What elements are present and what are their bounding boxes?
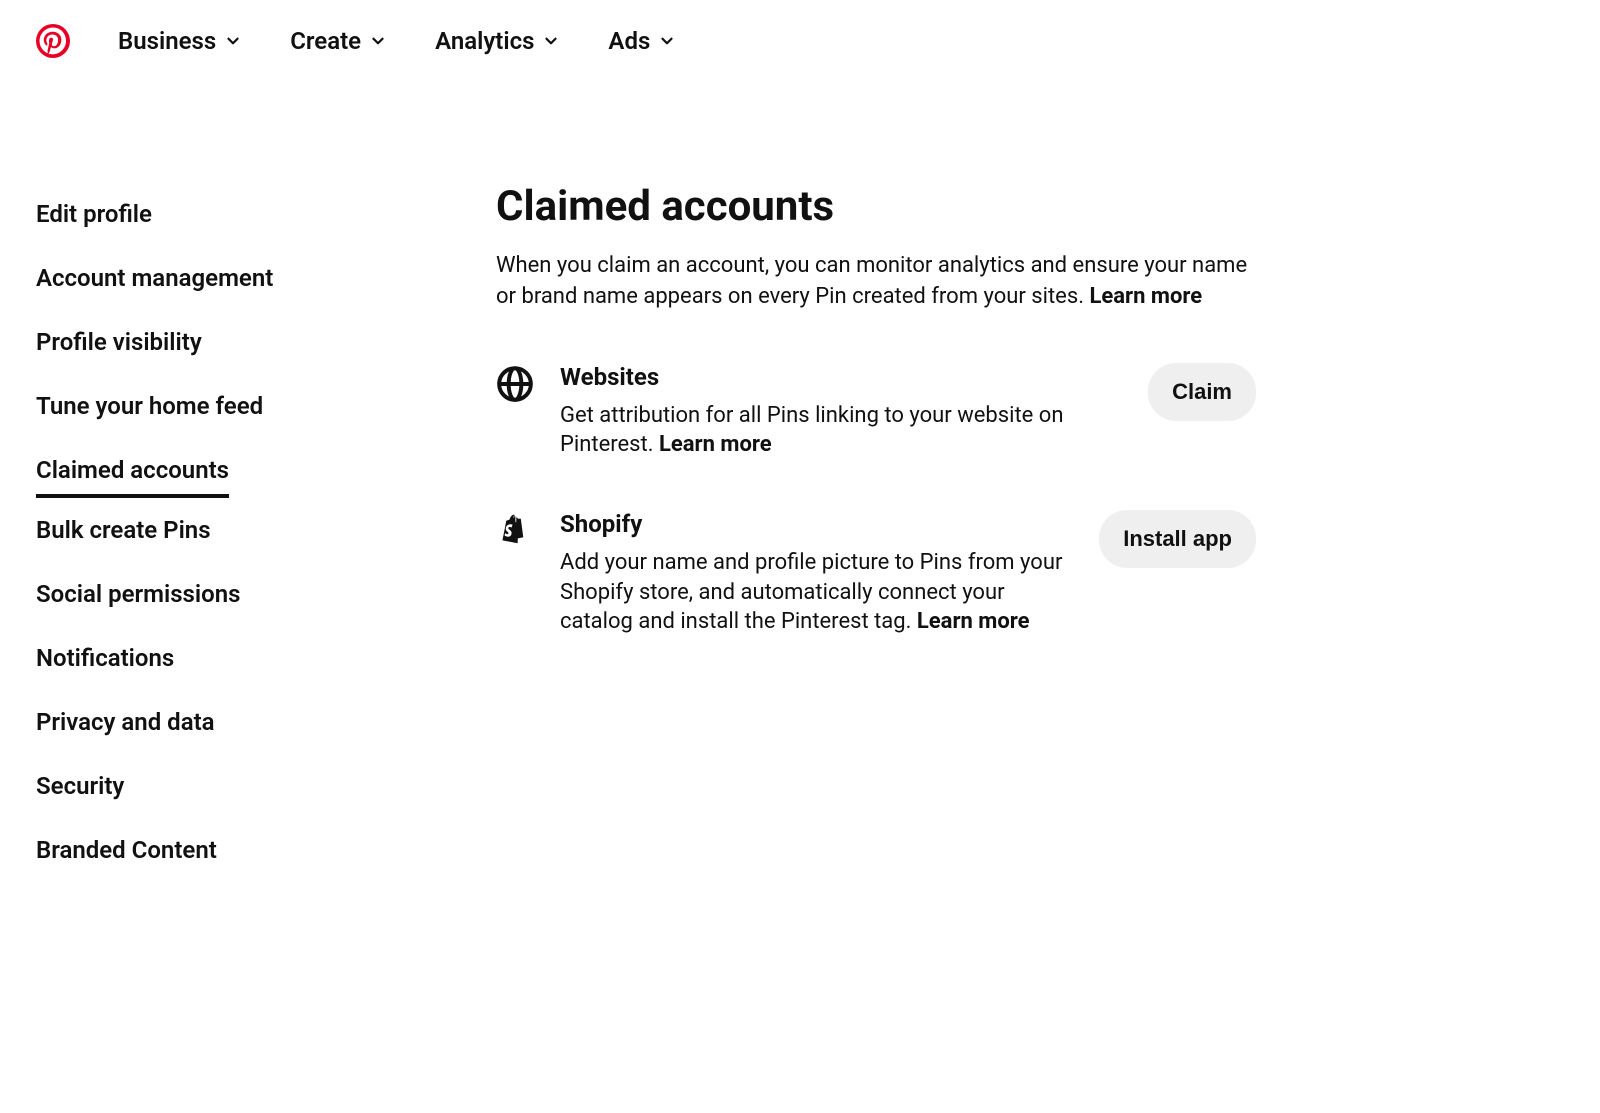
sidebar-item-social-permissions[interactable]: Social permissions <box>36 562 240 626</box>
sidebar-item-security[interactable]: Security <box>36 754 124 818</box>
sidebar-item-edit-profile[interactable]: Edit profile <box>36 182 152 246</box>
chevron-down-icon <box>658 32 676 50</box>
claim-button[interactable]: Claim <box>1148 363 1256 421</box>
globe-icon <box>496 365 536 405</box>
sidebar-item-profile-visibility[interactable]: Profile visibility <box>36 310 202 374</box>
chevron-down-icon <box>542 32 560 50</box>
nav-label: Analytics <box>435 27 534 55</box>
nav-business[interactable]: Business <box>118 27 242 55</box>
account-title: Shopify <box>560 510 1075 538</box>
nav-create[interactable]: Create <box>290 27 387 55</box>
chevron-down-icon <box>224 32 242 50</box>
main-content: Claimed accounts When you claim an accou… <box>496 182 1256 882</box>
nav-label: Business <box>118 27 216 55</box>
install-app-button[interactable]: Install app <box>1099 510 1256 568</box>
sidebar-item-branded-content[interactable]: Branded Content <box>36 818 217 882</box>
top-nav: Business Create Analytics Ads <box>0 0 1600 82</box>
account-title: Websites <box>560 363 1124 391</box>
shopify-icon <box>496 512 536 552</box>
sidebar-item-privacy-and-data[interactable]: Privacy and data <box>36 690 215 754</box>
sidebar: Edit profileAccount managementProfile vi… <box>36 182 496 882</box>
chevron-down-icon <box>369 32 387 50</box>
sidebar-item-claimed-accounts[interactable]: Claimed accounts <box>36 438 229 498</box>
pinterest-logo[interactable] <box>36 24 70 58</box>
content-container: Edit profileAccount managementProfile vi… <box>0 182 1600 882</box>
sidebar-item-tune-your-home-feed[interactable]: Tune your home feed <box>36 374 263 438</box>
account-content: Websites Get attribution for all Pins li… <box>560 363 1124 460</box>
account-content: Shopify Add your name and profile pictur… <box>560 510 1075 637</box>
nav-label: Create <box>290 27 361 55</box>
page-description: When you claim an account, you can monit… <box>496 251 1256 313</box>
learn-more-link[interactable]: Learn more <box>659 432 772 457</box>
nav-ads[interactable]: Ads <box>608 27 676 55</box>
account-description: Add your name and profile picture to Pin… <box>560 548 1075 637</box>
nav-label: Ads <box>608 27 650 55</box>
account-row-websites: Websites Get attribution for all Pins li… <box>496 363 1256 460</box>
account-row-shopify: Shopify Add your name and profile pictur… <box>496 510 1256 637</box>
sidebar-item-bulk-create-pins[interactable]: Bulk create Pins <box>36 498 211 562</box>
account-description: Get attribution for all Pins linking to … <box>560 401 1124 460</box>
sidebar-item-account-management[interactable]: Account management <box>36 246 273 310</box>
description-text: Get attribution for all Pins linking to … <box>560 403 1063 458</box>
learn-more-link[interactable]: Learn more <box>1089 284 1202 309</box>
sidebar-item-notifications[interactable]: Notifications <box>36 626 174 690</box>
learn-more-link[interactable]: Learn more <box>917 609 1030 634</box>
page-title: Claimed accounts <box>496 182 1256 231</box>
nav-analytics[interactable]: Analytics <box>435 27 560 55</box>
